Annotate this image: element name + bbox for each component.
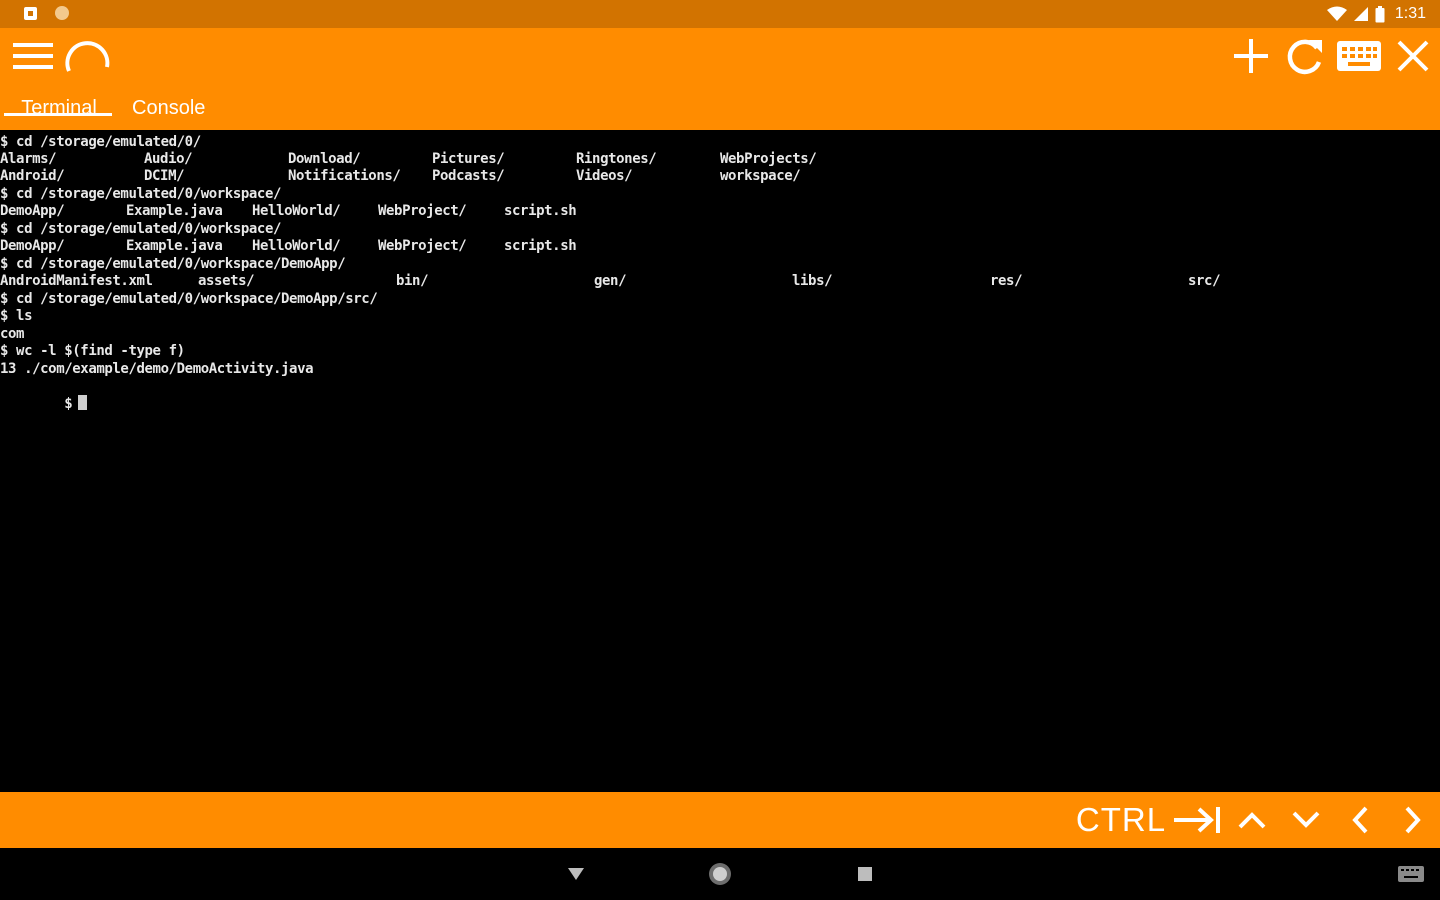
terminal-text: res/ xyxy=(990,273,1023,289)
terminal-text: Videos/ xyxy=(576,168,633,184)
terminal-text: $ cd /storage/emulated/0/workspace/ xyxy=(0,221,282,237)
terminal-line: $ cd /storage/emulated/0/workspace/DemoA… xyxy=(0,256,346,273)
arrow-down-icon[interactable] xyxy=(1282,792,1330,848)
keyboard-switch-icon[interactable] xyxy=(1390,848,1432,900)
terminal-line: $ cd /storage/emulated/0/workspace/ xyxy=(0,221,281,238)
terminal-text: Android/ xyxy=(0,168,65,184)
status-bar: 1:31 xyxy=(0,0,1440,28)
add-icon[interactable] xyxy=(1228,34,1274,78)
navigation-bar xyxy=(0,848,1440,900)
terminal-line: 13 ./com/example/demo/DemoActivity.java xyxy=(0,361,314,378)
terminal-text: WebProjects/ xyxy=(720,151,817,167)
menu-icon[interactable] xyxy=(10,36,56,76)
extra-keys-bar: CTRL xyxy=(0,792,1440,848)
prompt-symbol: $ xyxy=(64,396,73,412)
tab-key-icon[interactable] xyxy=(1168,792,1226,848)
terminal-line: DemoApp/ Example.java HelloWorld/ WebPro… xyxy=(0,203,577,220)
terminal-text: $ cd /storage/emulated/0/ xyxy=(0,134,201,150)
terminal-prompt: $ xyxy=(0,378,88,430)
android-notification-icon xyxy=(24,6,37,20)
terminal-text: WebProject/ xyxy=(378,238,467,254)
terminal-text: DCIM/ xyxy=(144,168,185,184)
close-icon[interactable] xyxy=(1390,34,1436,78)
terminal-line: Android/ DCIM/ Notifications/ Podcasts/ … xyxy=(0,168,801,185)
terminal-line: $ ls xyxy=(0,308,48,325)
terminal-output[interactable]: $ cd /storage/emulated/0/ Alarms/ Audio/… xyxy=(0,130,1440,792)
recents-icon[interactable] xyxy=(845,848,885,900)
terminal-text: Podcasts/ xyxy=(432,168,505,184)
terminal-text: com xyxy=(0,326,25,342)
terminal-line: Alarms/ Audio/ Download/ Pictures/ Ringt… xyxy=(0,151,817,168)
terminal-text: AndroidManifest.xml xyxy=(0,273,153,289)
terminal-text: DemoApp/ xyxy=(0,238,65,254)
terminal-text: Notifications/ xyxy=(288,168,401,184)
arrow-up-icon[interactable] xyxy=(1228,792,1276,848)
terminal-text: workspace/ xyxy=(720,168,801,184)
terminal-text: DemoApp/ xyxy=(0,203,65,219)
terminal-text: $ cd /storage/emulated/0/workspace/DemoA… xyxy=(0,256,346,272)
terminal-text: HelloWorld/ xyxy=(252,203,341,219)
app-toolbar: Terminal Console xyxy=(0,28,1440,130)
terminal-text: bin/ xyxy=(396,273,429,289)
terminal-text: Example.java xyxy=(126,238,223,254)
terminal-text: assets/ xyxy=(198,273,255,289)
terminal-text: libs/ xyxy=(792,273,833,289)
terminal-text: script.sh xyxy=(504,238,577,254)
tab-bar: Terminal Console xyxy=(0,86,221,130)
terminal-text: HelloWorld/ xyxy=(252,238,341,254)
loading-spinner-icon xyxy=(62,30,114,78)
terminal-text: gen/ xyxy=(594,273,627,289)
terminal-prompt-line[interactable]: $ xyxy=(0,378,88,412)
terminal-text: $ cd /storage/emulated/0/workspace/DemoA… xyxy=(0,291,378,307)
refresh-icon[interactable] xyxy=(1282,34,1328,78)
signal-icon xyxy=(1353,7,1368,21)
dot-notification-icon xyxy=(55,6,69,20)
clock-time: 1:31 xyxy=(1394,5,1426,22)
terminal-line: $ cd /storage/emulated/0/workspace/DemoA… xyxy=(0,291,378,308)
terminal-text: Download/ xyxy=(288,151,361,167)
terminal-text: WebProject/ xyxy=(378,203,467,219)
text-cursor xyxy=(78,395,88,410)
terminal-text: $ ls xyxy=(0,308,33,324)
arrow-left-icon[interactable] xyxy=(1336,792,1384,848)
terminal-line: com xyxy=(0,326,48,343)
keyboard-icon[interactable] xyxy=(1334,34,1384,78)
terminal-text: Ringtones/ xyxy=(576,151,657,167)
terminal-line: $ cd /storage/emulated/0/ xyxy=(0,134,201,151)
back-icon[interactable] xyxy=(556,848,596,900)
tab-terminal-label: Terminal xyxy=(21,96,97,119)
terminal-text: Example.java xyxy=(126,203,223,219)
ctrl-key-label: CTRL xyxy=(1075,801,1167,838)
ctrl-key-button[interactable]: CTRL xyxy=(1076,792,1166,848)
battery-icon xyxy=(1375,5,1385,22)
tab-console-label: Console xyxy=(132,96,206,119)
terminal-text: Pictures/ xyxy=(432,151,505,167)
terminal-text: src/ xyxy=(1188,273,1221,289)
arrow-right-icon[interactable] xyxy=(1390,792,1436,848)
tab-terminal[interactable]: Terminal xyxy=(0,86,116,130)
terminal-text: $ cd /storage/emulated/0/workspace/ xyxy=(0,186,282,202)
terminal-text: $ wc -l $(find -type f) xyxy=(0,343,185,359)
terminal-line: DemoApp/ Example.java HelloWorld/ WebPro… xyxy=(0,238,577,255)
wifi-icon xyxy=(1326,6,1347,21)
terminal-text: 13 ./com/example/demo/DemoActivity.java xyxy=(0,361,314,377)
home-icon[interactable] xyxy=(700,848,740,900)
terminal-app-screen: 1:31 Terminal Console $ cd /storage/emul… xyxy=(0,0,1440,900)
terminal-line: $ wc -l $(find -type f) xyxy=(0,343,185,360)
terminal-text: Audio/ xyxy=(144,151,193,167)
terminal-line: AndroidManifest.xml assets/ bin/ gen/ li… xyxy=(0,273,1221,290)
terminal-text: script.sh xyxy=(504,203,577,219)
terminal-line: $ cd /storage/emulated/0/workspace/ xyxy=(0,186,281,203)
tab-console[interactable]: Console xyxy=(116,86,221,130)
terminal-text: Alarms/ xyxy=(0,151,57,167)
